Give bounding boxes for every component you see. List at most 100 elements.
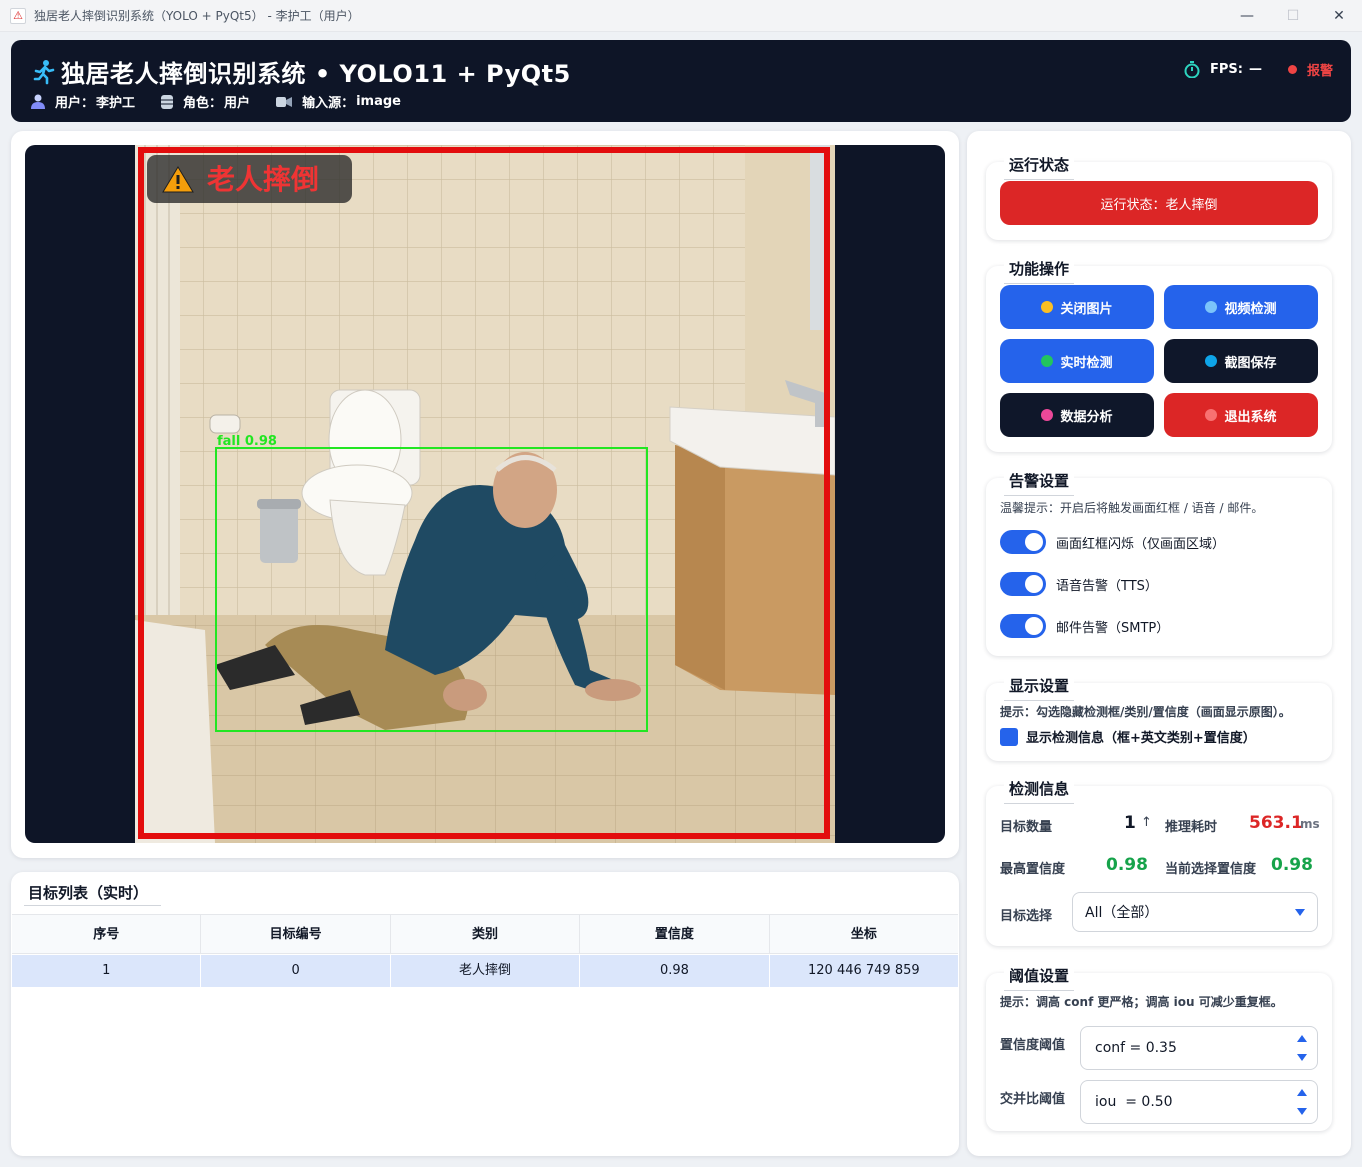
header-meta: 用户： 李护工 角色： 用户 输入源： image xyxy=(31,92,427,111)
alarm-indicator: 报警 xyxy=(1287,60,1333,79)
warning-badge-text: 老人摔倒 xyxy=(207,163,319,196)
spin-down-icon[interactable] xyxy=(1297,1054,1307,1061)
table-cell: 0.98 xyxy=(580,955,770,987)
toggle-red-frame[interactable]: 画面红框闪烁（仅画面区域） xyxy=(1000,530,1225,554)
running-person-icon xyxy=(33,59,55,84)
screenshot-save-dot-icon xyxy=(1205,355,1218,367)
show-detection-label: 显示检测信息（框+英文类别+置信度） xyxy=(1026,731,1256,746)
source-info: 输入源： image xyxy=(276,92,401,111)
column-header[interactable]: 序号 xyxy=(12,915,202,953)
max-confidence-value: 0.98 xyxy=(1106,855,1148,875)
source-label: 输入源： xyxy=(302,96,355,111)
email-alert-switch[interactable] xyxy=(1000,614,1046,638)
column-header[interactable]: 坐标 xyxy=(770,915,958,953)
table-cell: 1 xyxy=(12,955,202,987)
screenshot-save-label: 截图保存 xyxy=(1224,355,1277,371)
switch-knob xyxy=(1025,533,1043,551)
alert-settings-hint: 温馨提示：开启后将触发画面红框 / 语音 / 邮件。 xyxy=(1000,501,1264,515)
fps-label: FPS: xyxy=(1210,62,1243,77)
video-detect-button[interactable]: 视频检测 xyxy=(1164,285,1318,329)
window-title: 独居老人摔倒识别系统（YOLO + PyQt5） - 李护工（用户） xyxy=(34,9,360,23)
realtime-detect-button[interactable]: 实时检测 xyxy=(1000,339,1154,383)
minimize-button[interactable]: — xyxy=(1224,0,1270,32)
close-image-button[interactable]: 关闭图片 xyxy=(1000,285,1154,329)
data-analysis-button[interactable]: 数据分析 xyxy=(1000,393,1154,437)
user-info: 用户： 李护工 xyxy=(31,92,135,111)
column-header[interactable]: 置信度 xyxy=(580,915,770,953)
target-select-dropdown[interactable]: All（全部） xyxy=(1072,892,1318,932)
camera-icon xyxy=(276,96,293,107)
window-titlebar: ⚠ 独居老人摔倒识别系统（YOLO + PyQt5） - 李护工（用户） — ☐… xyxy=(0,0,1362,32)
data-analysis-dot-icon xyxy=(1041,409,1054,421)
display-settings-hint: 提示：勾选隐藏检测框/类别/置信度（画面显示原图）。 xyxy=(1000,705,1291,719)
maximize-button[interactable]: ☐ xyxy=(1270,0,1316,32)
column-header[interactable]: 类别 xyxy=(391,915,581,953)
chevron-down-icon xyxy=(1295,909,1305,916)
voice-alert-switch[interactable] xyxy=(1000,572,1046,596)
user-icon xyxy=(31,94,45,109)
spin-up-icon[interactable] xyxy=(1297,1089,1307,1096)
red-frame-switch[interactable] xyxy=(1000,530,1046,554)
target-count-label: 目标数量 xyxy=(1000,820,1053,835)
close-image-dot-icon xyxy=(1041,301,1054,313)
fps-indicator: FPS: — xyxy=(1184,61,1262,78)
count-up-arrow-icon: ↑ xyxy=(1141,815,1152,830)
conf-threshold-spinbox[interactable]: conf = 0.35 xyxy=(1080,1026,1318,1070)
image-viewer: fall 0.98 老人摔倒 xyxy=(25,145,945,843)
voice-alert-label: 语音告警（TTS） xyxy=(1056,578,1158,594)
screenshot-save-button[interactable]: 截图保存 xyxy=(1164,339,1318,383)
switch-knob xyxy=(1025,617,1043,635)
target-select-value: All（全部） xyxy=(1085,905,1159,921)
header-status: FPS: — 报警 xyxy=(1184,60,1333,79)
iou-threshold-label: 交并比阈值 xyxy=(1000,1092,1066,1107)
conf-threshold-value: conf = 0.35 xyxy=(1095,1040,1177,1056)
app-title-text: 独居老人摔倒识别系统 • YOLO11 + PyQt5 xyxy=(61,60,571,88)
exit-system-button[interactable]: 退出系统 xyxy=(1164,393,1318,437)
fps-value: — xyxy=(1248,62,1262,77)
spin-up-icon[interactable] xyxy=(1297,1035,1307,1042)
alert-settings-title: 告警设置 xyxy=(1004,470,1075,496)
toggle-email-alert[interactable]: 邮件告警（SMTP） xyxy=(1000,614,1169,638)
detection-image: fall 0.98 老人摔倒 xyxy=(135,145,835,843)
spin-down-icon[interactable] xyxy=(1297,1108,1307,1115)
app-icon: ⚠ xyxy=(10,7,26,24)
role-value: 用户 xyxy=(224,96,251,111)
max-confidence-label: 最高置信度 xyxy=(1000,862,1066,877)
detection-label: fall 0.98 xyxy=(217,434,277,449)
show-detection-checkbox[interactable] xyxy=(1000,727,1018,746)
iou-threshold-spinbox[interactable]: iou = 0.50 xyxy=(1080,1080,1318,1124)
inference-time-value: 563.1 xyxy=(1249,813,1303,833)
database-icon xyxy=(161,94,174,109)
source-value: image xyxy=(356,94,401,109)
exit-system-label: 退出系统 xyxy=(1224,409,1277,425)
exit-system-dot-icon xyxy=(1205,409,1218,421)
run-status-button[interactable]: 运行状态：老人摔倒 xyxy=(1000,181,1318,225)
table-cell: 0 xyxy=(201,955,391,987)
red-frame-label: 画面红框闪烁（仅画面区域） xyxy=(1056,536,1226,552)
iou-threshold-value: iou = 0.50 xyxy=(1095,1094,1173,1110)
column-header[interactable]: 目标编号 xyxy=(201,915,391,953)
table-cell: 老人摔倒 xyxy=(391,955,581,987)
user-label: 用户： xyxy=(55,96,95,111)
user-value: 李护工 xyxy=(96,96,136,111)
current-confidence-value: 0.98 xyxy=(1271,855,1313,875)
close-button[interactable]: ✕ xyxy=(1316,0,1362,32)
email-alert-label: 邮件告警（SMTP） xyxy=(1056,620,1170,636)
table-row[interactable]: 1 0 老人摔倒 0.98 120 446 749 859 xyxy=(12,955,958,987)
toggle-voice-alert[interactable]: 语音告警（TTS） xyxy=(1000,572,1158,596)
app-title: 独居老人摔倒识别系统 • YOLO11 + PyQt5 xyxy=(31,54,571,89)
show-detection-checkbox-row[interactable]: 显示检测信息（框+英文类别+置信度） xyxy=(1000,727,1256,746)
realtime-detect-dot-icon xyxy=(1041,355,1054,367)
inference-time-label: 推理耗时 xyxy=(1165,820,1218,835)
target-select-label: 目标选择 xyxy=(1000,909,1053,924)
inference-time-unit: ms xyxy=(1300,817,1320,831)
conf-threshold-label: 置信度阈值 xyxy=(1000,1038,1066,1053)
display-settings-title: 显示设置 xyxy=(1004,675,1075,701)
target-count-value: 1 xyxy=(1124,813,1136,833)
realtime-detect-label: 实时检测 xyxy=(1060,355,1113,371)
detection-info-title: 检测信息 xyxy=(1004,778,1075,804)
video-detect-label: 视频检测 xyxy=(1224,301,1277,317)
app-header: 独居老人摔倒识别系统 • YOLO11 + PyQt5 用户： 李护工 角色： … xyxy=(11,40,1351,122)
switch-knob xyxy=(1025,575,1043,593)
close-image-label: 关闭图片 xyxy=(1060,301,1113,317)
